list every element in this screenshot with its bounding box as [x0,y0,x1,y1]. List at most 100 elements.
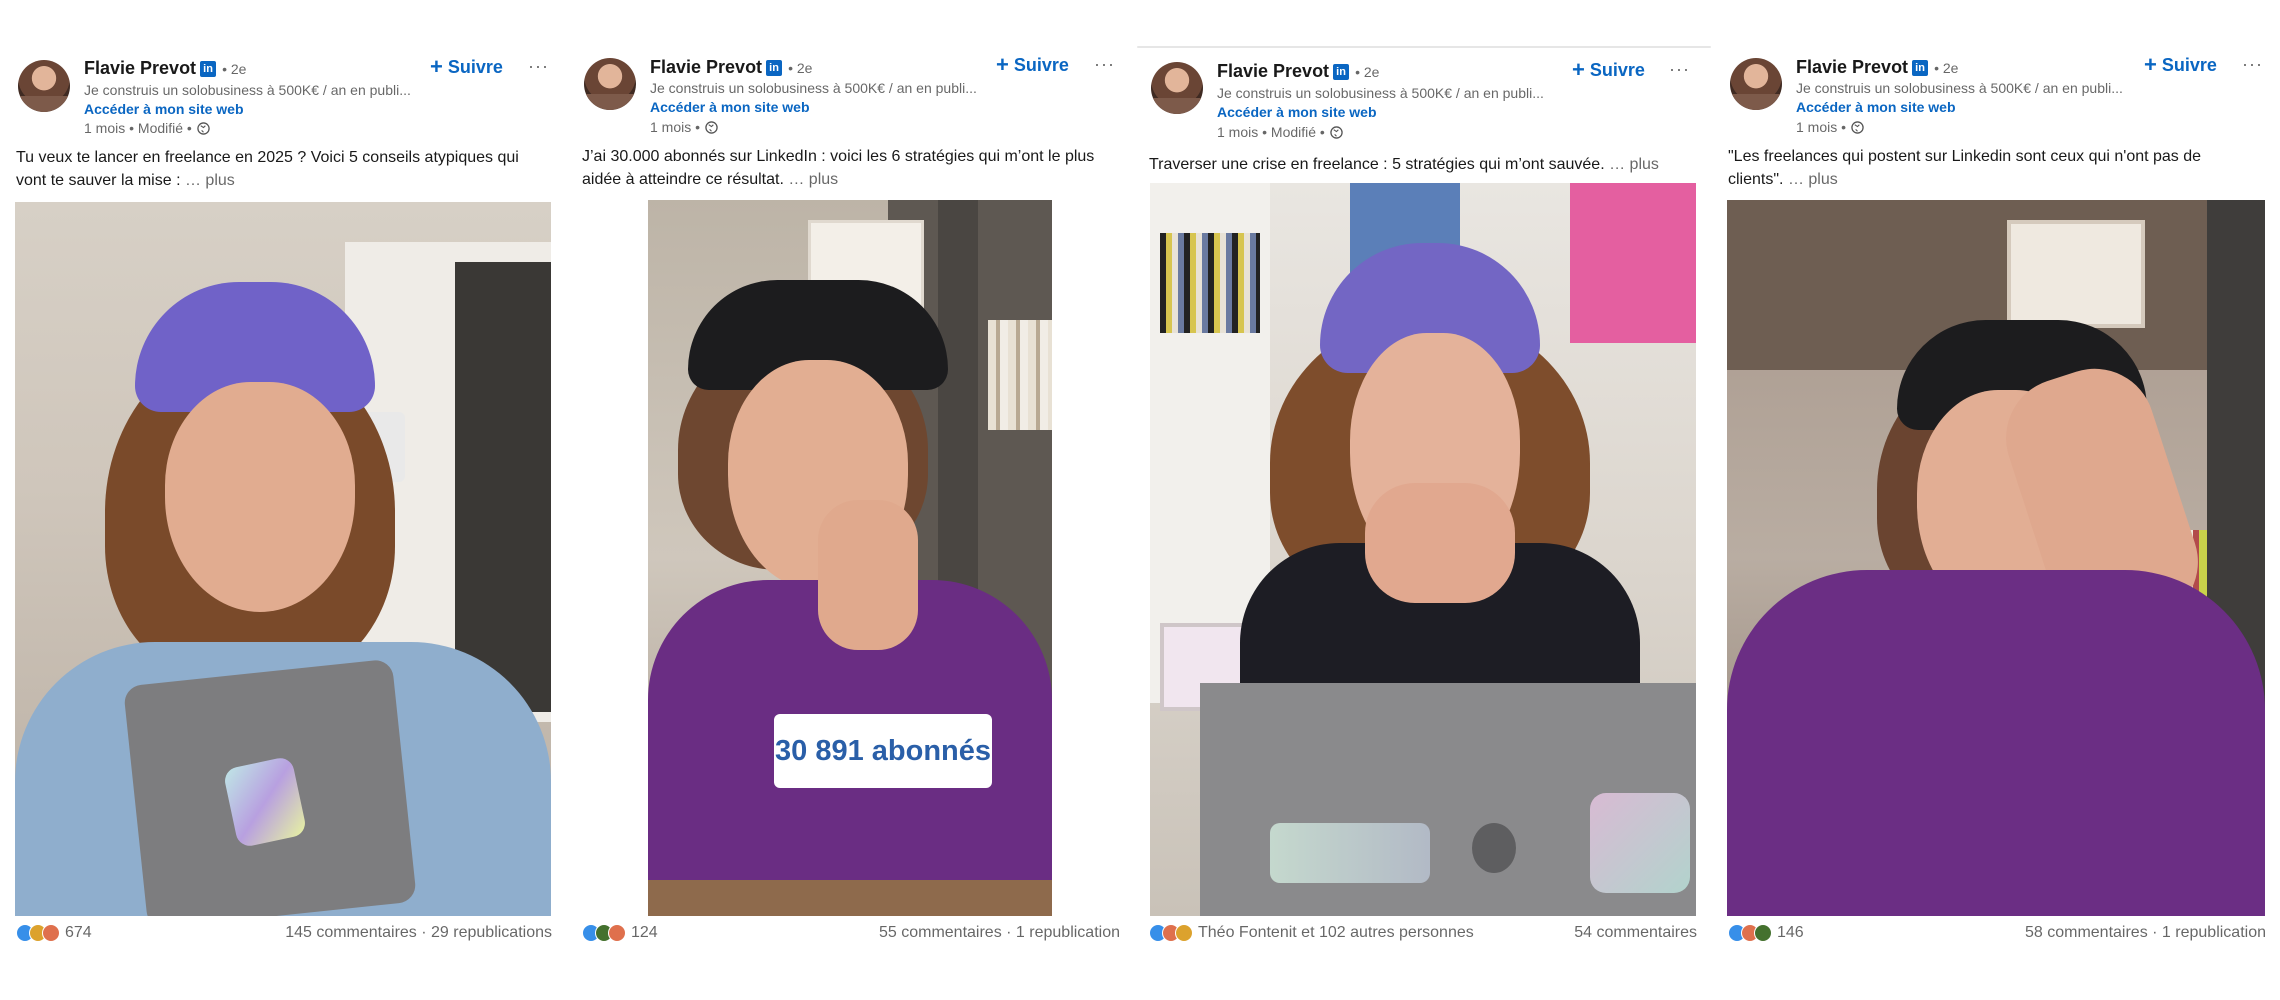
reactions-summary[interactable]: 146 [1728,924,1804,942]
follow-label: Suivre [447,56,503,77]
see-more-link[interactable]: … plus [185,172,235,189]
post-text-line1: Traverser une crise en freelance : 5 str… [1149,156,1605,173]
linkedin-badge-icon: in [200,60,217,77]
see-more-link[interactable]: … plus [1788,171,1838,188]
post-text-line1: "Les freelances qui postent sur Linkedin… [1728,148,2202,165]
reactions-summary[interactable]: 124 [582,924,658,942]
post-text: "Les freelances qui postent sur Linkedin… [1728,145,2266,191]
apple-logo-icon [1472,823,1516,873]
author-headline: Je construis un solobusiness à 500K€ / a… [650,80,977,96]
followers-overlay-text: 30 891 abonnés [775,734,991,767]
author-name[interactable]: Flavie Prevot [650,57,762,78]
post-meta-text: 1 mois • [1796,119,1847,135]
connection-degree: • 2e [1355,63,1380,80]
post-card-2: Flavie Prevot in • 2e Je construis un so… [580,0,1120,1000]
post-text-line1: J’ai 30.000 abonnés sur LinkedIn : voici… [582,148,1095,165]
author-avatar[interactable] [18,60,70,112]
post-text-line2: aidée à atteindre ce résultat. [582,171,784,188]
comments-reposts[interactable]: 54 commentaires [1574,924,1697,942]
bg-books [1160,233,1260,333]
bg-poster-pink [1570,183,1696,343]
table [648,880,1052,916]
more-options-icon[interactable]: ··· [1094,54,1115,75]
linkedin-badge-icon: in [1333,63,1350,80]
plus-icon: + [996,52,1009,77]
post-meta: 1 mois • Modifié • [84,120,210,136]
linkedin-badge-icon: in [1912,59,1929,76]
post-image[interactable] [1150,183,1696,916]
reaction-count: 146 [1777,924,1804,941]
follow-button[interactable]: + Suivre [430,56,503,78]
follow-button[interactable]: + Suivre [996,54,1069,76]
reactions-summary[interactable]: 674 [16,924,92,942]
post-meta: 1 mois • [650,119,718,135]
connection-degree: • 2e [1934,59,1959,76]
website-link[interactable]: Accéder à mon site web [650,99,810,115]
author-name[interactable]: Flavie Prevot [84,58,196,79]
more-options-icon[interactable]: ··· [2242,54,2263,75]
post-text-line1: Tu veux te lancer en freelance en 2025 ?… [16,149,519,166]
post-card-1: Flavie Prevot in • 2e Je construis un so… [14,0,552,1000]
post-text: Traverser une crise en freelance : 5 str… [1149,153,1697,176]
author-headline: Je construis un solobusiness à 500K€ / a… [84,82,411,98]
follow-label: Suivre [1013,54,1069,75]
card-top-border [1137,46,1711,48]
post-image[interactable] [1727,200,2265,916]
hands [1365,483,1515,603]
follow-button[interactable]: + Suivre [1572,59,1645,81]
author-avatar[interactable] [584,58,636,110]
post-text: Tu veux te lancer en freelance en 2025 ?… [16,146,550,192]
hand [818,500,918,650]
linkedin-badge-icon: in [766,59,783,76]
author-name[interactable]: Flavie Prevot [1217,61,1329,82]
author-name[interactable]: Flavie Prevot [1796,57,1908,78]
post-meta-text: 1 mois • [650,119,701,135]
author-name-row: Flavie Prevot in • 2e [1796,57,1958,78]
follow-button[interactable]: + Suivre [2144,54,2217,76]
author-avatar[interactable] [1151,62,1203,114]
see-more-link[interactable]: … plus [788,171,838,188]
post-image[interactable]: 30 891 abonnés [648,200,1052,916]
reaction-count: Théo Fontenit et 102 autres personnes [1198,924,1474,941]
website-link[interactable]: Accéder à mon site web [1217,104,1377,120]
love-reaction-icon [42,924,60,942]
celebrate-reaction-icon [1754,924,1772,942]
support-reaction-icon [1175,924,1193,942]
plus-icon: + [430,54,443,79]
comments-reposts[interactable]: 58 commentaires · 1 republication [2025,924,2266,942]
post-meta-text: 1 mois • Modifié • [84,120,192,136]
comments-reposts[interactable]: 145 commentaires · 29 republications [285,924,552,942]
followers-overlay: 30 891 abonnés [774,714,992,788]
globe-icon [1851,120,1864,134]
globe-icon [705,120,718,134]
plus-icon: + [1572,57,1585,82]
face [165,382,355,612]
post-text: J’ai 30.000 abonnés sur LinkedIn : voici… [582,145,1120,191]
comments-reposts[interactable]: 55 commentaires · 1 republication [879,924,1120,942]
author-avatar[interactable] [1730,58,1782,110]
laptop-sticker-icon [1270,823,1430,883]
author-name-row: Flavie Prevot in • 2e [650,57,812,78]
post-image[interactable] [15,202,551,916]
follow-label: Suivre [2161,54,2217,75]
follow-label: Suivre [1589,59,1645,80]
website-link[interactable]: Accéder à mon site web [84,101,244,117]
see-more-link[interactable]: … plus [1609,156,1659,173]
author-headline: Je construis un solobusiness à 500K€ / a… [1796,80,2123,96]
reaction-count: 124 [631,924,658,941]
reactions-summary[interactable]: Théo Fontenit et 102 autres personnes [1149,924,1474,942]
bg-frame [2007,220,2145,328]
globe-icon [1330,125,1343,139]
website-link[interactable]: Accéder à mon site web [1796,99,1956,115]
more-options-icon[interactable]: ··· [1669,59,1690,80]
more-options-icon[interactable]: ··· [528,56,549,77]
post-text-line2: clients". [1728,171,1784,188]
author-name-row: Flavie Prevot in • 2e [84,58,246,79]
sweater [1727,570,2265,916]
bg-door [455,262,551,712]
post-meta: 1 mois • [1796,119,1864,135]
post-meta: 1 mois • Modifié • [1217,124,1343,140]
love-reaction-icon [608,924,626,942]
author-headline: Je construis un solobusiness à 500K€ / a… [1217,85,1544,101]
post-card-3: Flavie Prevot in • 2e Je construis un so… [1137,0,1711,1000]
